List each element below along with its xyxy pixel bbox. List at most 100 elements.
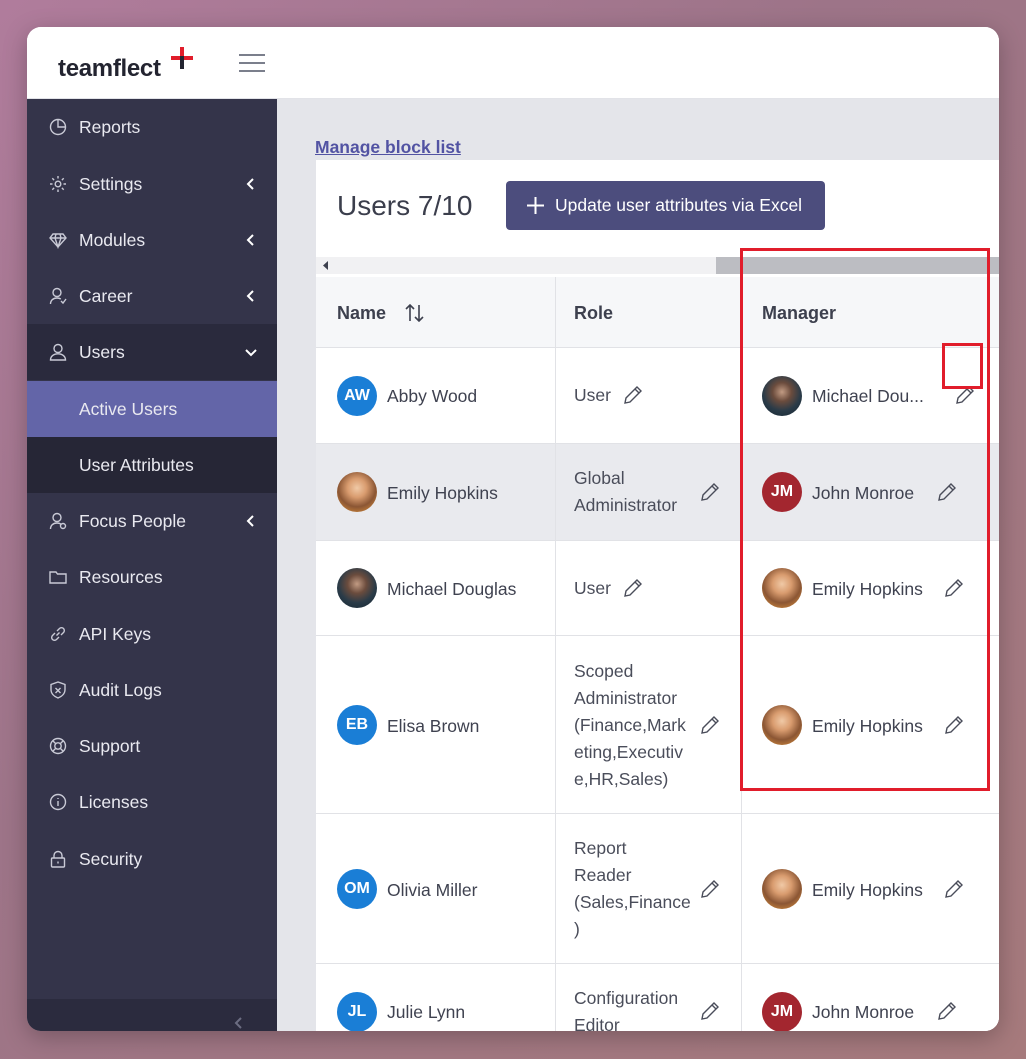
sidebar-item-security[interactable]: Security: [27, 831, 277, 887]
user-role: Report Reader (Sales,Finance ): [574, 835, 691, 943]
sidebar-item-label: Resources: [79, 566, 163, 587]
edit-manager-pencil-icon[interactable]: [955, 385, 975, 405]
table-row[interactable]: AW Abby Wood User Michael Dou...: [316, 348, 999, 444]
edit-manager-pencil-icon[interactable]: [944, 715, 964, 735]
scroll-left-arrow-icon[interactable]: [322, 261, 330, 270]
sidebar-item-label: Users: [79, 341, 125, 362]
user-role: User: [574, 385, 611, 405]
manage-block-list-link[interactable]: Manage block list: [315, 137, 461, 158]
top-bar: teamflect: [27, 27, 999, 99]
table-row[interactable]: OM Olivia Miller Report Reader (Sales,Fi…: [316, 814, 999, 964]
edit-role-pencil-icon[interactable]: [623, 385, 643, 405]
manager-name: John Monroe: [812, 1002, 915, 1022]
users-panel: Users 7/10 Update user attributes via Ex…: [316, 160, 999, 1031]
sidebar-collapse-bar[interactable]: [27, 999, 277, 1031]
shield-icon: [50, 681, 66, 699]
manager-avatar: [762, 869, 802, 909]
user-name: Emily Hopkins: [387, 483, 498, 503]
link-icon: [50, 626, 66, 642]
edit-role-pencil-icon[interactable]: [700, 715, 720, 735]
sidebar-item-career[interactable]: Career: [27, 268, 277, 324]
sidebar-item-label: Settings: [79, 173, 143, 194]
scrollbar-thumb[interactable]: [716, 257, 999, 274]
sidebar-item-user-attributes[interactable]: User Attributes: [27, 437, 277, 493]
sidebar-item-users[interactable]: Users: [27, 324, 277, 380]
page-title: Users 7/10: [337, 190, 473, 221]
role-line: eting,Executiv: [574, 742, 683, 762]
avatar: EB: [337, 705, 377, 745]
column-divider: [741, 277, 742, 1031]
user-name: Michael Douglas: [387, 579, 517, 599]
edit-manager-pencil-icon[interactable]: [937, 482, 957, 502]
manager-avatar: JM: [762, 992, 802, 1031]
role-line: Global: [574, 468, 625, 488]
update-attributes-label: Update user attributes via Excel: [555, 195, 803, 215]
table-row[interactable]: JL Julie Lynn Configuration Editor JM Jo…: [316, 964, 999, 1031]
manager-avatar: [762, 568, 802, 608]
chevron-left-icon: [246, 178, 254, 190]
sidebar-item-label: Active Users: [79, 398, 178, 419]
plus-icon: [527, 197, 544, 214]
avatar: OM: [337, 869, 377, 909]
manager-avatar: JM: [762, 472, 802, 512]
avatar: [337, 472, 377, 512]
edit-role-pencil-icon[interactable]: [700, 879, 720, 899]
user-role: Configuration Editor: [574, 985, 678, 1031]
sidebar-item-label: Support: [79, 735, 141, 756]
sidebar-item-focus-people[interactable]: Focus People: [27, 493, 277, 549]
horizontal-scrollbar[interactable]: [316, 257, 999, 274]
table-row[interactable]: Emily Hopkins Global Administrator JM Jo…: [316, 444, 999, 541]
edit-role-pencil-icon[interactable]: [700, 482, 720, 502]
sidebar-item-label: Security: [79, 848, 143, 869]
table-row[interactable]: Michael Douglas User Emily Hopkins: [316, 541, 999, 636]
sidebar-item-reports[interactable]: Reports: [27, 99, 277, 155]
sidebar-item-label: Modules: [79, 229, 146, 250]
edit-role-pencil-icon[interactable]: [700, 1001, 720, 1021]
sidebar: Reports Settings Modules Career Users Ac…: [27, 99, 277, 1031]
role-line: Reader: [574, 865, 632, 885]
sidebar-item-api-keys[interactable]: API Keys: [27, 606, 277, 662]
manager-name: Emily Hopkins: [812, 716, 923, 736]
user-role: Global Administrator: [574, 465, 677, 519]
update-attributes-button[interactable]: Update user attributes via Excel: [506, 181, 825, 230]
lifebuoy-icon: [49, 737, 67, 755]
role-column-header[interactable]: Role: [574, 303, 613, 324]
sort-icon[interactable]: [405, 304, 425, 322]
user-icon: [49, 343, 67, 361]
menu-toggle-button[interactable]: [239, 54, 265, 74]
sidebar-item-label: Career: [79, 285, 133, 306]
sidebar-item-label: Licenses: [79, 791, 149, 812]
table-row[interactable]: EB Elisa Brown Scoped Administrator (Fin…: [316, 636, 999, 814]
sidebar-item-resources[interactable]: Resources: [27, 549, 277, 605]
chevron-left-icon: [246, 515, 254, 527]
edit-role-pencil-icon[interactable]: [623, 578, 643, 598]
sidebar-item-support[interactable]: Support: [27, 718, 277, 774]
lock-icon: [50, 850, 66, 868]
manager-name: Emily Hopkins: [812, 880, 923, 900]
sidebar-item-label: Focus People: [79, 510, 187, 531]
role-line: e,HR,Sales): [574, 769, 669, 789]
sidebar-item-settings[interactable]: Settings: [27, 156, 277, 212]
sidebar-item-modules[interactable]: Modules: [27, 212, 277, 268]
edit-manager-pencil-icon[interactable]: [944, 578, 964, 598]
edit-manager-pencil-icon[interactable]: [937, 1001, 957, 1021]
sidebar-item-licenses[interactable]: Licenses: [27, 774, 277, 830]
user-role: Scoped Administrator (Finance,Mark eting…: [574, 658, 686, 793]
manager-column-header[interactable]: Manager: [762, 303, 836, 324]
column-divider: [555, 277, 556, 1031]
logo-plus-icon: [171, 47, 193, 69]
sidebar-item-label: User Attributes: [79, 454, 194, 475]
name-column-header[interactable]: Name: [337, 303, 386, 324]
user-name: Abby Wood: [387, 386, 478, 406]
sidebar-item-audit-logs[interactable]: Audit Logs: [27, 662, 277, 718]
user-role: User: [574, 578, 611, 598]
role-line: Report: [574, 838, 627, 858]
diamond-icon: [49, 233, 67, 249]
sidebar-item-active-users[interactable]: Active Users: [27, 381, 277, 437]
sidebar-item-label: Audit Logs: [79, 679, 162, 700]
manager-name: Emily Hopkins: [812, 579, 923, 599]
avatar: [337, 568, 377, 608]
edit-manager-pencil-icon[interactable]: [944, 879, 964, 899]
role-line: Administrator: [574, 688, 678, 708]
manager-avatar: [762, 705, 802, 745]
